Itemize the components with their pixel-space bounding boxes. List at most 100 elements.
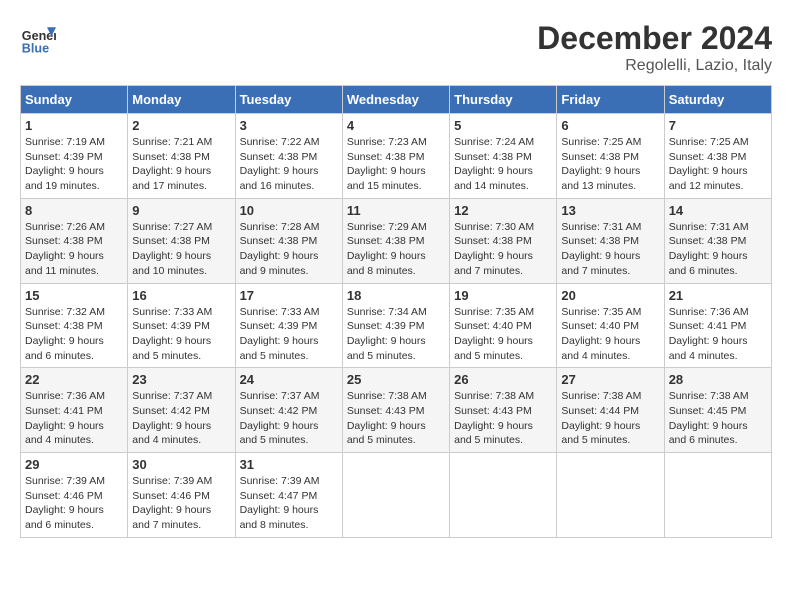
col-sunday: Sunday	[21, 86, 128, 114]
logo-icon: General Blue	[20, 20, 56, 56]
page-header: General Blue December 2024 Regolelli, La…	[20, 20, 772, 75]
day-info: Sunrise: 7:23 AM Sunset: 4:38 PM Dayligh…	[347, 135, 445, 194]
day-info: Sunrise: 7:35 AM Sunset: 4:40 PM Dayligh…	[454, 305, 552, 364]
col-monday: Monday	[128, 86, 235, 114]
col-saturday: Saturday	[664, 86, 771, 114]
table-row: 27 Sunrise: 7:38 AM Sunset: 4:44 PM Dayli…	[557, 368, 664, 453]
calendar-header-row: Sunday Monday Tuesday Wednesday Thursday…	[21, 86, 772, 114]
day-info: Sunrise: 7:28 AM Sunset: 4:38 PM Dayligh…	[240, 220, 338, 279]
calendar-week-row: 15 Sunrise: 7:32 AM Sunset: 4:38 PM Dayli…	[21, 283, 772, 368]
table-row: 18 Sunrise: 7:34 AM Sunset: 4:39 PM Dayli…	[342, 283, 449, 368]
col-wednesday: Wednesday	[342, 86, 449, 114]
table-row: 17 Sunrise: 7:33 AM Sunset: 4:39 PM Dayli…	[235, 283, 342, 368]
day-info: Sunrise: 7:22 AM Sunset: 4:38 PM Dayligh…	[240, 135, 338, 194]
table-row: 22 Sunrise: 7:36 AM Sunset: 4:41 PM Dayli…	[21, 368, 128, 453]
col-friday: Friday	[557, 86, 664, 114]
day-number: 15	[25, 288, 123, 303]
table-row: 9Sunrise: 7:27 AM Sunset: 4:38 PM Daylig…	[128, 198, 235, 283]
day-info: Sunrise: 7:33 AM Sunset: 4:39 PM Dayligh…	[240, 305, 338, 364]
day-info: Sunrise: 7:39 AM Sunset: 4:46 PM Dayligh…	[132, 474, 230, 533]
day-number: 18	[347, 288, 445, 303]
day-number: 25	[347, 372, 445, 387]
day-info: Sunrise: 7:29 AM Sunset: 4:38 PM Dayligh…	[347, 220, 445, 279]
day-number: 3	[240, 118, 338, 133]
day-info: Sunrise: 7:39 AM Sunset: 4:47 PM Dayligh…	[240, 474, 338, 533]
day-info: Sunrise: 7:34 AM Sunset: 4:39 PM Dayligh…	[347, 305, 445, 364]
day-info: Sunrise: 7:38 AM Sunset: 4:44 PM Dayligh…	[561, 389, 659, 448]
table-row: 11 Sunrise: 7:29 AM Sunset: 4:38 PM Dayli…	[342, 198, 449, 283]
day-number: 10	[240, 203, 338, 218]
table-row: 16 Sunrise: 7:33 AM Sunset: 4:39 PM Dayli…	[128, 283, 235, 368]
col-thursday: Thursday	[450, 86, 557, 114]
table-row: 23Sunrise: 7:37 AM Sunset: 4:42 PM Dayli…	[128, 368, 235, 453]
calendar-week-row: 29 Sunrise: 7:39 AM Sunset: 4:46 PM Dayli…	[21, 453, 772, 538]
day-info: Sunrise: 7:27 AM Sunset: 4:38 PM Dayligh…	[132, 220, 230, 279]
table-row: 6Sunrise: 7:25 AM Sunset: 4:38 PM Daylig…	[557, 114, 664, 199]
day-number: 16	[132, 288, 230, 303]
page-subtitle: Regolelli, Lazio, Italy	[537, 57, 772, 75]
svg-text:Blue: Blue	[22, 41, 49, 55]
empty-cell	[664, 453, 771, 538]
day-number: 27	[561, 372, 659, 387]
page-title: December 2024	[537, 20, 772, 57]
day-info: Sunrise: 7:33 AM Sunset: 4:39 PM Dayligh…	[132, 305, 230, 364]
table-row: 14Sunrise: 7:31 AM Sunset: 4:38 PM Dayli…	[664, 198, 771, 283]
day-number: 20	[561, 288, 659, 303]
day-info: Sunrise: 7:21 AM Sunset: 4:38 PM Dayligh…	[132, 135, 230, 194]
table-row: 30 Sunrise: 7:39 AM Sunset: 4:46 PM Dayli…	[128, 453, 235, 538]
day-info: Sunrise: 7:26 AM Sunset: 4:38 PM Dayligh…	[25, 220, 123, 279]
empty-cell	[557, 453, 664, 538]
day-number: 12	[454, 203, 552, 218]
day-info: Sunrise: 7:38 AM Sunset: 4:43 PM Dayligh…	[347, 389, 445, 448]
day-info: Sunrise: 7:36 AM Sunset: 4:41 PM Dayligh…	[25, 389, 123, 448]
day-number: 22	[25, 372, 123, 387]
table-row: 21Sunrise: 7:36 AM Sunset: 4:41 PM Dayli…	[664, 283, 771, 368]
day-number: 17	[240, 288, 338, 303]
day-info: Sunrise: 7:38 AM Sunset: 4:43 PM Dayligh…	[454, 389, 552, 448]
day-info: Sunrise: 7:24 AM Sunset: 4:38 PM Dayligh…	[454, 135, 552, 194]
day-number: 7	[669, 118, 767, 133]
day-number: 5	[454, 118, 552, 133]
day-number: 24	[240, 372, 338, 387]
day-info: Sunrise: 7:32 AM Sunset: 4:38 PM Dayligh…	[25, 305, 123, 364]
table-row: 7Sunrise: 7:25 AM Sunset: 4:38 PM Daylig…	[664, 114, 771, 199]
table-row: 8 Sunrise: 7:26 AM Sunset: 4:38 PM Daylig…	[21, 198, 128, 283]
day-number: 28	[669, 372, 767, 387]
table-row: 3 Sunrise: 7:22 AM Sunset: 4:38 PM Daylig…	[235, 114, 342, 199]
empty-cell	[450, 453, 557, 538]
day-number: 2	[132, 118, 230, 133]
day-info: Sunrise: 7:31 AM Sunset: 4:38 PM Dayligh…	[669, 220, 767, 279]
title-block: December 2024 Regolelli, Lazio, Italy	[537, 20, 772, 75]
day-number: 30	[132, 457, 230, 472]
day-info: Sunrise: 7:36 AM Sunset: 4:41 PM Dayligh…	[669, 305, 767, 364]
table-row: 1 Sunrise: 7:19 AM Sunset: 4:39 PM Daylig…	[21, 114, 128, 199]
day-info: Sunrise: 7:39 AM Sunset: 4:46 PM Dayligh…	[25, 474, 123, 533]
table-row: 20 Sunrise: 7:35 AM Sunset: 4:40 PM Dayli…	[557, 283, 664, 368]
table-row: 2 Sunrise: 7:21 AM Sunset: 4:38 PM Daylig…	[128, 114, 235, 199]
table-row: 28 Sunrise: 7:38 AM Sunset: 4:45 PM Dayli…	[664, 368, 771, 453]
day-info: Sunrise: 7:35 AM Sunset: 4:40 PM Dayligh…	[561, 305, 659, 364]
table-row: 26Sunrise: 7:38 AM Sunset: 4:43 PM Dayli…	[450, 368, 557, 453]
day-info: Sunrise: 7:19 AM Sunset: 4:39 PM Dayligh…	[25, 135, 123, 194]
day-info: Sunrise: 7:30 AM Sunset: 4:38 PM Dayligh…	[454, 220, 552, 279]
table-row: 13Sunrise: 7:31 AM Sunset: 4:38 PM Dayli…	[557, 198, 664, 283]
day-number: 29	[25, 457, 123, 472]
calendar-week-row: 1 Sunrise: 7:19 AM Sunset: 4:39 PM Daylig…	[21, 114, 772, 199]
table-row: 19Sunrise: 7:35 AM Sunset: 4:40 PM Dayli…	[450, 283, 557, 368]
calendar-week-row: 8 Sunrise: 7:26 AM Sunset: 4:38 PM Daylig…	[21, 198, 772, 283]
table-row: 4 Sunrise: 7:23 AM Sunset: 4:38 PM Daylig…	[342, 114, 449, 199]
day-number: 8	[25, 203, 123, 218]
table-row: 29 Sunrise: 7:39 AM Sunset: 4:46 PM Dayli…	[21, 453, 128, 538]
day-number: 31	[240, 457, 338, 472]
day-info: Sunrise: 7:31 AM Sunset: 4:38 PM Dayligh…	[561, 220, 659, 279]
table-row: 5 Sunrise: 7:24 AM Sunset: 4:38 PM Daylig…	[450, 114, 557, 199]
day-number: 11	[347, 203, 445, 218]
table-row: 25 Sunrise: 7:38 AM Sunset: 4:43 PM Dayli…	[342, 368, 449, 453]
day-info: Sunrise: 7:38 AM Sunset: 4:45 PM Dayligh…	[669, 389, 767, 448]
col-tuesday: Tuesday	[235, 86, 342, 114]
table-row: 24Sunrise: 7:37 AM Sunset: 4:42 PM Dayli…	[235, 368, 342, 453]
day-number: 1	[25, 118, 123, 133]
day-info: Sunrise: 7:25 AM Sunset: 4:38 PM Dayligh…	[561, 135, 659, 194]
table-row: 12 Sunrise: 7:30 AM Sunset: 4:38 PM Dayli…	[450, 198, 557, 283]
day-number: 4	[347, 118, 445, 133]
